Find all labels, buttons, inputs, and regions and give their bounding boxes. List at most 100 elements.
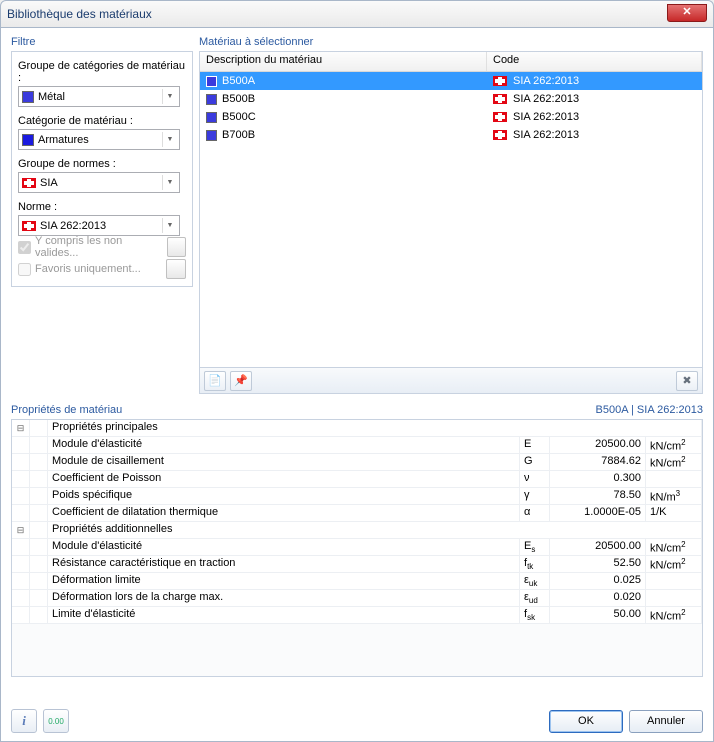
property-name: Déformation lors de la charge max. [48,590,520,606]
property-symbol: G [520,454,550,470]
property-symbol: E [520,437,550,453]
property-row[interactable]: Déformation lors de la charge max.εud0.0… [12,590,702,607]
property-unit [646,590,702,606]
property-name: Limite d'élasticité [48,607,520,623]
section-additional-properties[interactable]: ⊟ Propriétés additionnelles [12,522,702,539]
property-symbol: εuk [520,573,550,589]
property-row[interactable]: Coefficient de dilatation thermiqueα1.00… [12,505,702,522]
material-row[interactable]: B500A SIA 262:2013 [200,72,702,90]
property-name: Coefficient de Poisson [48,471,520,487]
properties-title: Propriétés de matériau [11,404,122,416]
property-row[interactable]: Résistance caractéristique en tractionft… [12,556,702,573]
favorites-settings-button[interactable] [166,259,186,279]
group-category-value: Métal [38,91,65,103]
dialog-body: Filtre Groupe de catégories de matériau … [0,28,714,742]
norm-group-value: SIA [40,177,58,189]
property-name: Module d'élasticité [48,539,520,555]
material-row[interactable]: B500CSIA 262:2013 [200,108,702,126]
window-title: Bibliothèque des matériaux [7,7,152,21]
property-unit: kN/cm2 [646,607,702,623]
material-row[interactable]: B700B SIA 262:2013 [200,126,702,144]
material-desc: B500A [222,75,255,87]
close-button[interactable]: ✕ [667,4,707,22]
property-unit [646,573,702,589]
group-category-combo[interactable]: Métal ▼ [18,86,180,107]
material-desc: B500C [222,111,256,123]
swiss-flag-icon [493,112,507,122]
chevron-down-icon: ▼ [162,89,177,104]
include-unvalidated-settings-button[interactable] [167,237,186,257]
property-value: 52.50 [550,556,646,572]
property-value: 1.0000E-05 [550,505,646,521]
swiss-flag-icon [22,221,36,231]
ok-button[interactable]: OK [549,710,623,733]
favorites-only-checkbox[interactable] [18,263,31,276]
new-material-button[interactable]: 📄 [204,371,226,391]
property-row[interactable]: Module d'élasticitéEs20500.00kN/cm2 [12,539,702,556]
property-symbol: fsk [520,607,550,623]
cancel-button[interactable]: Annuler [629,710,703,733]
category-value: Armatures [38,134,89,146]
material-list-header: Description du matériau Code [200,52,702,72]
collapse-icon[interactable]: ⊟ [12,420,30,436]
property-name: Déformation limite [48,573,520,589]
property-row[interactable]: Coefficient de Poissonν0.300 [12,471,702,488]
norm-group-label: Groupe de normes : [18,158,186,170]
property-name: Poids spécifique [48,488,520,504]
property-unit: 1/K [646,505,702,521]
pin-material-button[interactable]: 📌 [230,371,252,391]
property-row[interactable]: Poids spécifiqueγ78.50kN/m3 [12,488,702,505]
swiss-flag-icon [493,76,507,86]
material-list-toolbar: 📄 📌 ✖ [199,368,703,394]
property-value: 78.50 [550,488,646,504]
property-name: Coefficient de dilatation thermique [48,505,520,521]
material-list[interactable]: Description du matériau Code B500A SIA 26… [199,51,703,368]
property-symbol: εud [520,590,550,606]
property-symbol: γ [520,488,550,504]
material-code: SIA 262:2013 [513,75,579,87]
category-label: Catégorie de matériau : [18,115,186,127]
favorites-only-label: Favoris uniquement... [35,263,141,275]
property-unit: kN/cm2 [646,454,702,470]
help-button[interactable]: i [11,709,37,733]
material-list-title: Matériau à sélectionner [199,36,703,48]
property-value: 0.025 [550,573,646,589]
material-code: SIA 262:2013 [513,129,579,141]
rebar-swatch-icon [22,134,34,146]
norm-group-combo[interactable]: SIA ▼ [18,172,180,193]
property-unit: kN/cm2 [646,539,702,555]
property-row[interactable]: Limite d'élasticitéfsk50.00kN/cm2 [12,607,702,624]
group-category-label: Groupe de catégories de matériau : [18,60,186,84]
include-unvalidated-checkbox[interactable] [18,241,31,254]
property-name: Module de cisaillement [48,454,520,470]
category-combo[interactable]: Armatures ▼ [18,129,180,150]
norm-combo[interactable]: SIA 262:2013 ▼ [18,215,180,236]
property-symbol: ν [520,471,550,487]
filter-title: Filtre [11,36,193,48]
property-unit: kN/m3 [646,488,702,504]
property-row[interactable]: Module d'élasticitéE20500.00kN/cm2 [12,437,702,454]
title-bar[interactable]: Bibliothèque des matériaux ✕ [0,0,714,28]
property-symbol: ftk [520,556,550,572]
property-row[interactable]: Déformation limiteεuk0.025 [12,573,702,590]
collapse-icon[interactable]: ⊟ [12,522,30,538]
property-row[interactable]: Module de cisaillementG7884.62kN/cm2 [12,454,702,471]
material-desc: B700B [222,129,255,141]
delete-material-button[interactable]: ✖ [676,371,698,391]
property-value: 7884.62 [550,454,646,470]
material-desc: B500B [222,93,255,105]
property-name: Résistance caractéristique en traction [48,556,520,572]
col-code[interactable]: Code [487,52,702,71]
swiss-flag-icon [22,178,36,188]
units-button[interactable]: 0.00 [43,709,69,733]
section-main-properties[interactable]: ⊟ Propriétés principales [12,420,702,437]
property-value: 50.00 [550,607,646,623]
material-row[interactable]: B500BSIA 262:2013 [200,90,702,108]
property-value: 20500.00 [550,437,646,453]
property-value: 0.300 [550,471,646,487]
col-description[interactable]: Description du matériau [200,52,487,71]
property-value: 20500.00 [550,539,646,555]
properties-grid[interactable]: ⊟ Propriétés principales Module d'élasti… [11,419,703,677]
norm-value: SIA 262:2013 [40,220,106,232]
properties-context: B500A | SIA 262:2013 [596,404,703,416]
